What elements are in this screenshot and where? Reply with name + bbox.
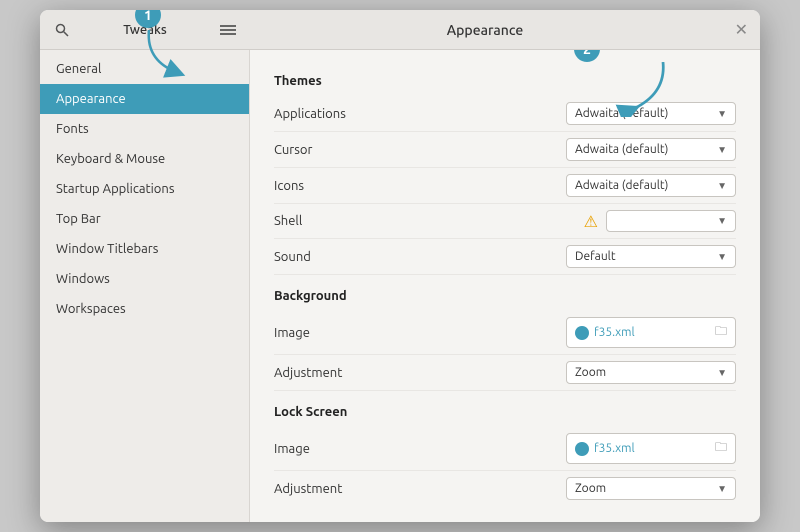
applications-control: Adwaita (default) ▼ (414, 102, 736, 125)
lockscreen-adjustment-label: Adjustment (274, 482, 414, 496)
sound-row: Sound Default ▼ (274, 239, 736, 275)
cursor-label: Cursor (274, 143, 414, 157)
icons-dropdown[interactable]: Adwaita (default) ▼ (566, 174, 736, 197)
sidebar-item-general[interactable]: General (40, 54, 249, 84)
lockscreen-adjustment-dropdown[interactable]: Zoom ▼ (566, 477, 736, 500)
sidebar-item-windows[interactable]: Windows (40, 264, 249, 294)
cursor-row: Cursor Adwaita (default) ▼ (274, 132, 736, 168)
shell-dropdown[interactable]: ▼ (606, 210, 736, 232)
themes-section-title: Themes (274, 74, 736, 88)
background-adjustment-dropdown[interactable]: Zoom ▼ (566, 361, 736, 384)
dropdown-arrow-icon: ▼ (717, 367, 727, 379)
folder-icon: 🗀 (715, 438, 727, 459)
menu-button[interactable] (214, 16, 242, 44)
dropdown-arrow-icon: ▼ (717, 108, 727, 120)
sidebar-item-top-bar[interactable]: Top Bar (40, 204, 249, 234)
close-button[interactable]: ✕ (735, 22, 748, 38)
icons-control: Adwaita (default) ▼ (414, 174, 736, 197)
cursor-dropdown[interactable]: Adwaita (default) ▼ (566, 138, 736, 161)
lockscreen-image-picker[interactable]: f35.xml 🗀 (566, 433, 736, 464)
window-title: Appearance (250, 22, 720, 38)
sidebar-item-startup-applications[interactable]: Startup Applications (40, 174, 249, 204)
shell-row: Shell ⚠ ▼ (274, 204, 736, 239)
hamburger-icon (220, 24, 236, 36)
sidebar-item-workspaces[interactable]: Workspaces (40, 294, 249, 324)
titlebar-left: 1 Tweaks (40, 16, 250, 44)
background-section-title: Background (274, 289, 736, 303)
shell-label: Shell (274, 214, 414, 228)
lockscreen-adjustment-control: Zoom ▼ (414, 477, 736, 500)
sound-label: Sound (274, 250, 414, 264)
sound-control: Default ▼ (414, 245, 736, 268)
sidebar-item-fonts[interactable]: Fonts (40, 114, 249, 144)
sidebar: General Appearance Fonts Keyboard & Mous… (40, 50, 250, 522)
icons-label: Icons (274, 179, 414, 193)
dropdown-arrow-icon: ▼ (717, 180, 727, 192)
shell-control: ⚠ ▼ (414, 210, 736, 232)
lockscreen-image-row: Image f35.xml 🗀 (274, 427, 736, 471)
search-button[interactable] (48, 16, 76, 44)
sidebar-item-appearance[interactable]: Appearance (40, 84, 249, 114)
image-color-dot (575, 442, 589, 456)
image-color-dot (575, 326, 589, 340)
folder-icon: 🗀 (715, 322, 727, 343)
dropdown-arrow-icon: ▼ (717, 215, 727, 227)
annotation-badge-2: 2 (574, 50, 600, 62)
icons-row: Icons Adwaita (default) ▼ (274, 168, 736, 204)
content-area: General Appearance Fonts Keyboard & Mous… (40, 50, 760, 522)
main-panel: 2 Themes Applications Adwaita (default) (250, 50, 760, 522)
applications-row: Applications Adwaita (default) ▼ (274, 96, 736, 132)
applications-dropdown[interactable]: Adwaita (default) ▼ (566, 102, 736, 125)
background-image-row: Image f35.xml 🗀 (274, 311, 736, 355)
titlebar-right: ✕ (720, 22, 760, 38)
sound-dropdown[interactable]: Default ▼ (566, 245, 736, 268)
lockscreen-adjustment-row: Adjustment Zoom ▼ (274, 471, 736, 506)
sidebar-item-keyboard-mouse[interactable]: Keyboard & Mouse (40, 144, 249, 174)
cursor-control: Adwaita (default) ▼ (414, 138, 736, 161)
dropdown-arrow-icon: ▼ (717, 144, 727, 156)
background-image-picker[interactable]: f35.xml 🗀 (566, 317, 736, 348)
search-icon (55, 23, 69, 37)
lockscreen-section-title: Lock Screen (274, 405, 736, 419)
background-image-control: f35.xml 🗀 (414, 317, 736, 348)
background-adjustment-control: Zoom ▼ (414, 361, 736, 384)
background-adjustment-row: Adjustment Zoom ▼ (274, 355, 736, 391)
app-window: 1 Tweaks (40, 10, 760, 522)
lockscreen-image-control: f35.xml 🗀 (414, 433, 736, 464)
sidebar-item-window-titlebars[interactable]: Window Titlebars (40, 234, 249, 264)
lockscreen-image-label: Image (274, 442, 414, 456)
applications-label: Applications (274, 107, 414, 121)
background-adjustment-label: Adjustment (274, 366, 414, 380)
dropdown-arrow-icon: ▼ (717, 251, 727, 263)
titlebar: 1 Tweaks (40, 10, 760, 50)
background-image-label: Image (274, 326, 414, 340)
warning-icon: ⚠ (584, 212, 598, 231)
dropdown-arrow-icon: ▼ (717, 483, 727, 495)
